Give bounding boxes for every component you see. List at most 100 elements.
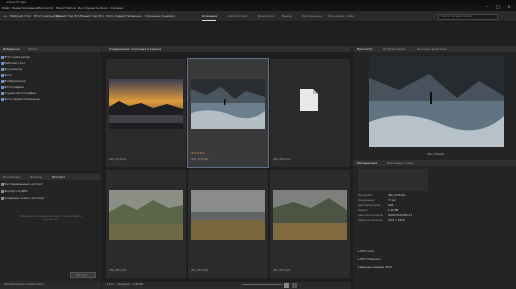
plus-icon <box>1 197 4 200</box>
breadcrumb-item[interactable]: Сложные (съемки) <box>145 14 175 18</box>
metadata-tabs: Метаданные Ключевые слова <box>353 160 516 166</box>
folder-icon <box>1 92 4 95</box>
meta-value: 1.96 МБ <box>388 209 399 212</box>
export-item[interactable]: Создание нового экспорт <box>1 196 45 200</box>
back-icon[interactable]: ◂ ▸ <box>3 14 7 18</box>
export-icon <box>1 190 4 193</box>
thumbnail-image <box>273 190 347 240</box>
tab-content[interactable]: Содержимое: Сложные (съемки) <box>109 47 161 51</box>
thumbnail-size-slider[interactable] <box>242 284 282 285</box>
meta-label: Цветовой режим <box>358 204 381 207</box>
workspace-keywords[interactable]: Ключевые слова <box>328 14 354 18</box>
content-tabs: Содержимое: Сложные (съемки) <box>102 46 351 52</box>
document-icon <box>300 89 318 111</box>
favorite-label: Этот компьютер <box>4 55 31 59</box>
list-view-icon[interactable] <box>292 282 297 288</box>
favorite-item[interactable]: Фото <box>1 73 13 77</box>
tab-favorites[interactable]: Избранное <box>3 47 20 51</box>
search-input[interactable]: Поиск: Текущая папка <box>438 14 498 20</box>
export-item[interactable]: Экспорт в JPEG <box>1 189 28 193</box>
thumbnail-cell[interactable]: IMG_4564.JPG <box>270 59 350 167</box>
section-iptc-extension[interactable]: ▸ IPTC Extension <box>358 258 381 261</box>
thumbnail-cell[interactable]: ★★★★★ IMG_0756.JPG <box>187 58 269 168</box>
favorite-label: Фотографии <box>4 85 24 89</box>
menu-file[interactable]: Файл <box>2 6 10 10</box>
menu-labels[interactable]: Метки <box>66 6 76 10</box>
workspace-essentials[interactable]: Основное <box>202 14 217 18</box>
thumbnail-caption: IMG_0821.JPG <box>191 269 209 272</box>
menu-edit[interactable]: Редактирование <box>12 6 38 10</box>
section-exif[interactable]: ▾ Данные камеры (Exif) <box>358 266 392 269</box>
thumbnail-cell[interactable]: IMG_0834.JPG <box>270 170 350 278</box>
desktop-icon <box>1 62 4 65</box>
favorite-label: Документы <box>4 67 22 71</box>
minimize-icon[interactable]: – <box>482 4 492 9</box>
grid-view-icon[interactable] <box>284 282 289 288</box>
favorite-item[interactable]: Изображения <box>1 79 26 83</box>
menu-help[interactable]: Справка <box>110 6 123 10</box>
menu-batch[interactable]: Пакет <box>56 6 66 10</box>
meta-value: 5472 × 3648 <box>388 219 405 222</box>
favorite-item[interactable]: Фотографии <box>1 85 24 89</box>
close-icon[interactable]: × <box>504 4 514 9</box>
left-tabs: Избранное Папки <box>0 46 101 52</box>
favorite-label: Рабочий стол <box>4 61 26 65</box>
thumbnail-image <box>109 190 183 240</box>
tab-export[interactable]: Экспорт <box>52 175 65 179</box>
workspace-filmstrip[interactable]: Диафильм <box>258 14 275 18</box>
thumbnail-cell[interactable]: IMG_0821.JPG <box>106 170 186 278</box>
section-label: Данные камеры (Exif) <box>360 265 393 269</box>
favorite-item[interactable]: Студио фотографии <box>1 92 36 95</box>
meta-label: Разрешение <box>358 199 375 202</box>
breadcrumb-item[interactable]: Новый том (D:) <box>56 14 80 18</box>
export-button-label: Экспорт <box>76 273 88 277</box>
workspace-metadata[interactable]: Метаданные <box>302 14 322 18</box>
section-label: IPTC Extension <box>360 257 381 261</box>
favorite-item[interactable]: Документы <box>1 67 22 71</box>
meta-value: IMG_0756.JPG <box>388 194 406 197</box>
breadcrumb-item[interactable]: Новый том (D:) <box>80 14 104 18</box>
tab-collections[interactable]: Коллекции <box>3 175 20 179</box>
menu-tools[interactable]: Инструменты <box>78 6 99 10</box>
folder-icon <box>1 98 4 101</box>
thumbnail-image <box>191 79 265 129</box>
section-label: IPTC Core <box>360 249 374 253</box>
menu-view[interactable]: Просмотр <box>38 6 53 10</box>
breadcrumb-item[interactable]: Рабочий стол <box>10 14 31 18</box>
menu-window[interactable]: Окно <box>100 6 108 10</box>
favorite-item[interactable]: Рабочий стол <box>1 61 26 65</box>
export-label: Создание нового экспорт <box>4 196 45 200</box>
export-item[interactable]: Настраиваемый экспорт <box>1 183 43 186</box>
tab-publish[interactable]: Опубликовать <box>383 47 406 51</box>
tab-folders[interactable]: Папки <box>28 47 38 51</box>
meta-label: Имя файла <box>358 194 373 197</box>
favorite-label: Фото первостепенные <box>4 97 40 101</box>
meta-value: RGB <box>388 204 394 207</box>
workspace-output[interactable]: Вывод <box>282 14 292 18</box>
thumbnail-caption: IMG_0756.JPG <box>191 158 209 161</box>
tab-preview[interactable]: Просмотр <box>357 47 372 51</box>
meta-label: Размер <box>358 209 368 212</box>
favorite-item[interactable]: Фото первостепенные <box>1 97 40 101</box>
active-workspace-indicator <box>202 20 216 21</box>
thumbnail-cell[interactable]: IMG_0821.JPG <box>188 170 268 278</box>
breadcrumb-item[interactable]: Фото первостепенные <box>106 14 141 18</box>
tab-keywords[interactable]: Ключевые слова <box>387 161 413 165</box>
maximize-icon[interactable]: □ <box>493 4 503 9</box>
favorite-item[interactable]: Этот компьютер <box>1 55 31 59</box>
content-status-bar: 16 эл., 1 выбрано – 1.96 МБ <box>102 282 351 289</box>
thumbnail-caption: IMG_0821.JPG <box>109 269 127 272</box>
favorite-label: Фото <box>4 73 13 77</box>
thumbnail-image <box>191 190 265 240</box>
tab-metadata[interactable]: Метаданные <box>357 161 377 165</box>
export-button[interactable]: Экспорт <box>70 272 96 278</box>
section-iptc-core[interactable]: ▸ IPTC Core <box>358 250 374 253</box>
workspace-libraries[interactable]: Библиотеки <box>228 14 247 18</box>
favorite-label: Изображения <box>4 79 26 83</box>
tab-quick-actions[interactable]: Быстрые действия <box>417 47 447 51</box>
tab-filter[interactable]: Фильтр <box>30 175 42 179</box>
export-label: Экспорт в JPEG <box>4 189 28 193</box>
computer-icon <box>1 56 4 59</box>
thumbnail-cell[interactable]: IMG_0756.JPG <box>106 59 186 167</box>
rating-stars[interactable]: ★★★★★ <box>191 152 204 155</box>
